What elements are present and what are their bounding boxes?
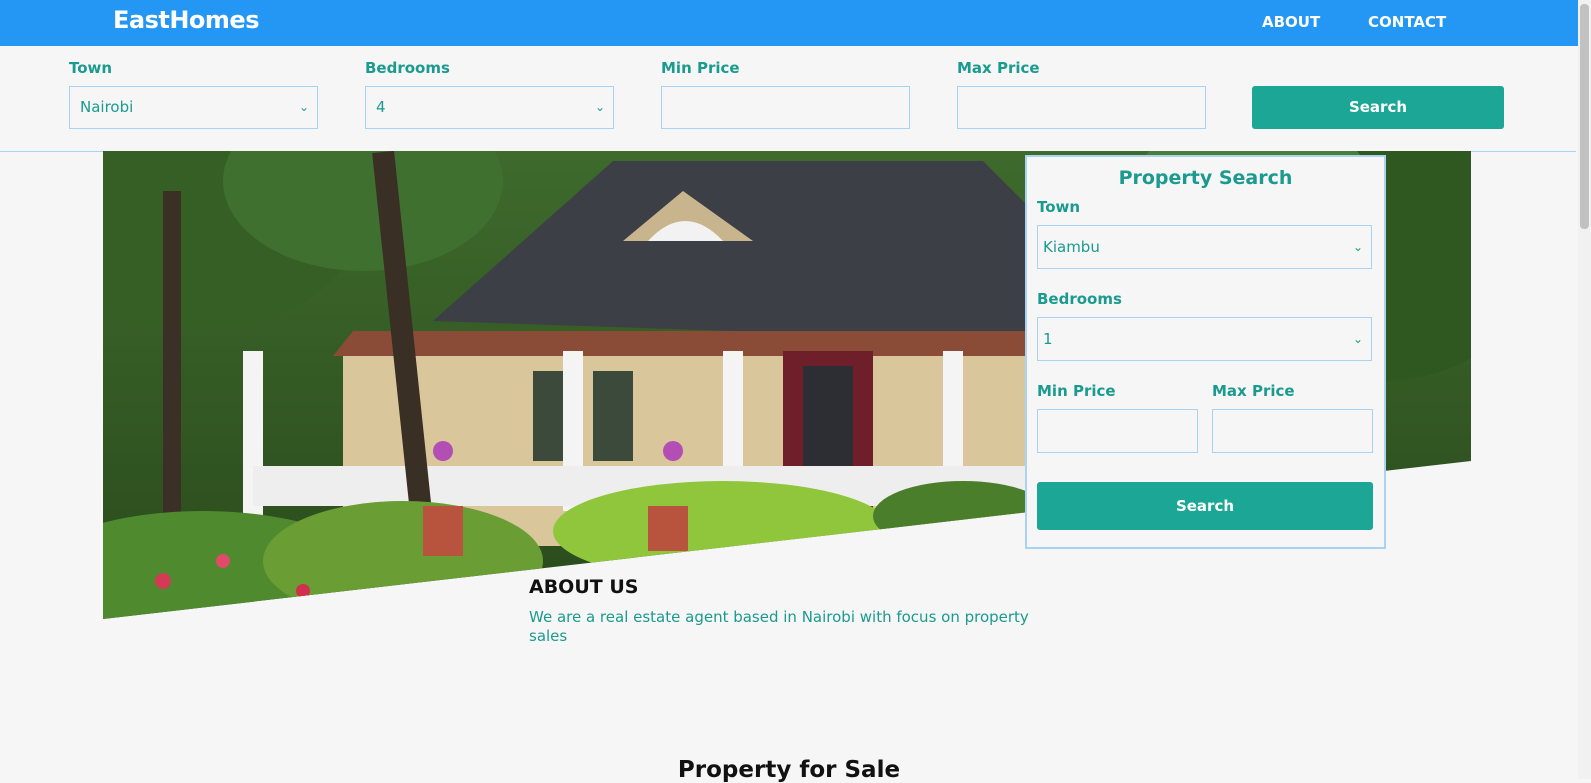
about-title: ABOUT US	[529, 576, 639, 598]
scrollbar-thumb[interactable]	[1580, 4, 1589, 229]
town-select[interactable]: Nairobi ⌄	[69, 86, 318, 129]
panel-town-label: Town	[1037, 198, 1081, 216]
brand-logo[interactable]: EastHomes	[113, 6, 260, 34]
chevron-down-icon: ⌄	[594, 100, 605, 114]
chevron-down-icon: ⌄	[298, 100, 309, 114]
panel-min-price-label: Min Price	[1037, 382, 1116, 400]
panel-bedrooms-select[interactable]: 1 ⌄	[1037, 317, 1372, 361]
nav-contact-link[interactable]: CONTACT	[1368, 13, 1446, 31]
property-search-panel: Property Search Town Kiambu ⌄ Bedrooms 1…	[1025, 155, 1386, 549]
top-search-button[interactable]: Search	[1252, 86, 1504, 129]
nav-about-link[interactable]: ABOUT	[1262, 13, 1320, 31]
min-price-label: Min Price	[661, 59, 740, 77]
panel-bedrooms-label: Bedrooms	[1037, 290, 1122, 308]
chevron-down-icon: ⌄	[1352, 332, 1363, 346]
bedrooms-select[interactable]: 4 ⌄	[365, 86, 614, 129]
panel-search-button[interactable]: Search	[1037, 482, 1373, 530]
page-scrollbar[interactable]	[1578, 0, 1591, 779]
property-for-sale-title: Property for Sale	[677, 757, 901, 783]
max-price-input[interactable]	[957, 86, 1206, 129]
bedrooms-select-value: 4	[376, 98, 386, 116]
panel-max-price-input[interactable]	[1212, 409, 1373, 453]
chevron-down-icon: ⌄	[1352, 240, 1363, 254]
max-price-label: Max Price	[957, 59, 1040, 77]
bedrooms-label: Bedrooms	[365, 59, 450, 77]
top-search-bar: Town Nairobi ⌄ Bedrooms 4 ⌄ Min Price Ma…	[0, 46, 1576, 152]
panel-max-price-label: Max Price	[1212, 382, 1295, 400]
panel-town-value: Kiambu	[1043, 238, 1100, 256]
top-navbar: EastHomes ABOUT CONTACT	[0, 0, 1578, 46]
panel-title: Property Search	[1118, 167, 1293, 189]
town-select-value: Nairobi	[80, 98, 134, 116]
about-text: We are a real estate agent based in Nair…	[529, 608, 1029, 645]
min-price-input[interactable]	[661, 86, 910, 129]
panel-min-price-input[interactable]	[1037, 409, 1198, 453]
panel-bedrooms-value: 1	[1043, 330, 1053, 348]
town-label: Town	[69, 59, 113, 77]
panel-town-select[interactable]: Kiambu ⌄	[1037, 225, 1372, 269]
